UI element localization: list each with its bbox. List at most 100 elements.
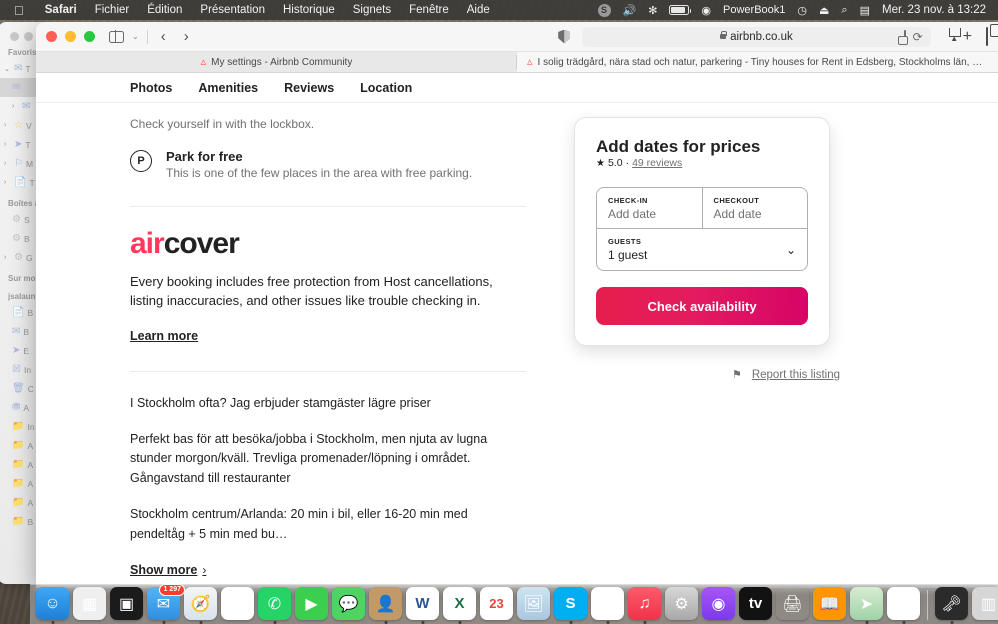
facetime-icon: ▶ [305, 595, 318, 613]
nav-tab-reviews[interactable]: Reviews [284, 81, 334, 95]
menu-item-historique[interactable]: Historique [274, 4, 344, 16]
wifi-icon[interactable]: ◉ [701, 4, 711, 17]
menu-item-aide[interactable]: Aide [458, 4, 499, 16]
dock-item-whatsapp[interactable]: ✆ [258, 587, 291, 620]
highlight-description: This is one of the few places in the are… [166, 166, 473, 180]
dock-item-podcasts[interactable]: ◉ [702, 587, 735, 620]
dock-item-word[interactable]: W [406, 587, 439, 620]
back-button[interactable]: ‹ [156, 28, 171, 45]
dock-item-launchpad[interactable]: ▦ [73, 587, 106, 620]
dock-item-maps[interactable]: ➤ [850, 587, 883, 620]
menu-item-signets[interactable]: Signets [344, 4, 400, 16]
sidebar-toggle-button[interactable] [109, 30, 124, 43]
dock-item-calendar[interactable]: 23 [480, 587, 513, 620]
booking-fields: CHECK-IN Add date CHECKOUT Add date GUES… [596, 187, 808, 271]
dock-item-chrome[interactable]: ◉ [591, 587, 624, 620]
dock-item-system-preferences[interactable]: ⚙ [665, 587, 698, 620]
calendar-icon: 23 [489, 596, 504, 611]
tab-overview-icon[interactable] [986, 26, 989, 46]
eject-icon[interactable]: ⏏ [819, 4, 829, 17]
maximize-button[interactable] [84, 31, 95, 42]
excel-icon: X [454, 595, 465, 612]
star-icon: ☆ [14, 120, 23, 131]
volume-icon[interactable]: 🔊 [623, 4, 637, 17]
dock-separator [927, 590, 928, 620]
check-availability-button[interactable]: Check availability [596, 287, 808, 325]
dock-item-photos[interactable]: ✿ [887, 587, 920, 620]
dock-item-music[interactable]: ♫ [628, 587, 661, 620]
apple-tv-icon: tv [748, 595, 763, 612]
menu-bar-clock[interactable]: Mer. 23 nov. à 13:22 [882, 4, 986, 16]
menu-item-presentation[interactable]: Présentation [191, 4, 274, 16]
dock-item-finder[interactable]: ☺ [36, 587, 69, 620]
shazam-icon[interactable]: S [597, 3, 611, 17]
reviews-link[interactable]: 49 reviews [632, 157, 682, 169]
dock-item-contacts[interactable]: 👤 [369, 587, 402, 620]
time-machine-icon[interactable]: ◷ [797, 4, 807, 17]
dock-item-mail[interactable]: ✉ 1 297 [147, 584, 185, 620]
word-icon: W [415, 595, 430, 612]
gear-icon: ⚙ [12, 214, 21, 225]
reload-icon[interactable]: ⟳ [913, 30, 923, 44]
report-listing-link[interactable]: Report this listing [752, 369, 840, 381]
dock-item-books[interactable]: 📖 [813, 587, 846, 620]
address-bar[interactable]: airbnb.co.uk ⟳ [582, 26, 931, 47]
books-icon: 📖 [819, 595, 840, 613]
report-listing-row[interactable]: ⚑ Report this listing [574, 368, 998, 382]
forward-button[interactable]: › [179, 28, 194, 45]
browser-tab-2[interactable]: ▵ I solig trädgård, nära stad och natur,… [517, 52, 998, 72]
checkin-field[interactable]: CHECK-IN Add date [597, 188, 702, 228]
dock-item-preview[interactable]: 🖼 [517, 587, 550, 620]
safari-toolbar-right: + [949, 26, 989, 46]
podcasts-icon: ◉ [711, 595, 726, 613]
dock-item-skype[interactable]: S [554, 587, 587, 620]
show-more-button[interactable]: Show more › [130, 563, 206, 577]
price-label: Add dates for prices [596, 137, 761, 156]
aircover-learn-more-link[interactable]: Learn more [130, 329, 198, 343]
url-text: airbnb.co.uk [730, 30, 793, 43]
menu-item-fenetre[interactable]: Fenêtre [400, 4, 458, 16]
window-traffic-lights[interactable] [46, 31, 95, 42]
minimize-button[interactable] [65, 31, 76, 42]
shield-icon[interactable] [558, 29, 571, 44]
search-icon[interactable]: ⌕ [841, 4, 847, 17]
dock-item-facetime[interactable]: ▶ [295, 587, 328, 620]
messenger-icon: ◉ [230, 595, 245, 613]
chevron-right-icon: › [202, 562, 207, 577]
flag-icon: ⚐ [14, 158, 23, 169]
browser-tab-1[interactable]: ▵ My settings - Airbnb Community [36, 52, 517, 72]
chevron-down-icon[interactable]: ⌄ [786, 243, 796, 257]
new-tab-button[interactable]: + [963, 28, 972, 45]
highlight-title: Park for free [166, 149, 243, 164]
listing-description-paragraph-3: Stockholm centrum/Arlanda: 20 min i bil,… [130, 507, 468, 541]
printer-icon: 🖨 [782, 595, 803, 613]
dock-item-excel[interactable]: X [443, 587, 476, 620]
dock-item-calculator[interactable]: ▥ [972, 587, 998, 620]
launchpad-icon: ▦ [81, 595, 98, 613]
translate-icon[interactable] [903, 30, 906, 43]
dock-item-messenger[interactable]: ◉ [221, 587, 254, 620]
nav-tab-amenities[interactable]: Amenities [198, 81, 258, 95]
bluetooth-icon[interactable]: ✻ [648, 4, 657, 17]
close-button[interactable] [46, 31, 57, 42]
dock-item-mission-control[interactable]: ▣ [110, 587, 143, 620]
messages-icon: 💬 [338, 595, 359, 613]
nav-tab-location[interactable]: Location [360, 81, 412, 95]
keychain-access-icon: 🗝 [941, 595, 962, 613]
menu-item-safari[interactable]: Safari [36, 4, 86, 16]
dock-item-apple-tv[interactable]: tv [739, 587, 772, 620]
menu-item-fichier[interactable]: Fichier [86, 4, 139, 16]
apple-menu-icon[interactable]:  [14, 4, 24, 17]
dock-item-keychain-access[interactable]: 🗝 [935, 587, 968, 620]
battery-icon[interactable] [669, 5, 692, 15]
chevron-down-icon[interactable]: ⌄ [132, 32, 139, 41]
guests-field[interactable]: GUESTS 1 guest ⌄ [597, 228, 807, 270]
dock: ☺▦▣✉1 297🧭◉✆▶💬👤WX23🖼S◉♫⚙◉tv🖨📖➤✿🗝▥◎▤🗑 [30, 584, 998, 624]
dock-item-messages[interactable]: 💬 [332, 587, 365, 620]
control-center-icon[interactable]: ▤ [860, 4, 870, 17]
dock-item-printer[interactable]: 🖨 [776, 587, 809, 620]
dock-item-safari[interactable]: 🧭 [184, 587, 217, 620]
nav-tab-photos[interactable]: Photos [130, 81, 172, 95]
menu-item-edition[interactable]: Édition [138, 4, 191, 16]
checkout-field[interactable]: CHECKOUT Add date [701, 188, 808, 228]
